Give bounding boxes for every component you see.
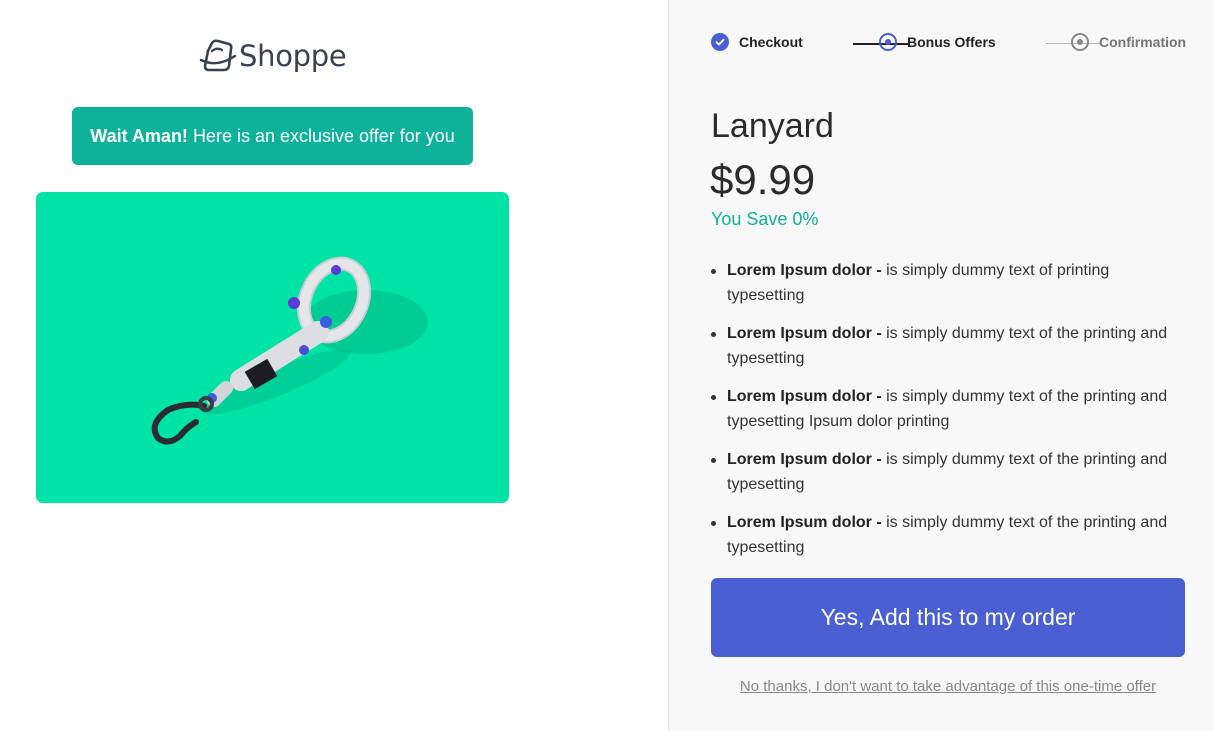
shopping-bag-icon	[199, 39, 237, 72]
list-item: Lorem Ipsum dolor - is simply dummy text…	[711, 258, 1191, 308]
step-checkout: Checkout	[711, 33, 803, 51]
step-label-checkout: Checkout	[739, 34, 803, 50]
checkout-steps: Checkout Bonus Offers Confirmation	[711, 33, 1191, 55]
step-label-bonus-offers: Bonus Offers	[907, 34, 996, 50]
feature-list: Lorem Ipsum dolor - is simply dummy text…	[711, 258, 1191, 573]
right-panel: Checkout Bonus Offers Confirmation Lanya…	[668, 0, 1214, 731]
brand-name: Shoppe	[239, 39, 347, 73]
list-item: Lorem Ipsum dolor - is simply dummy text…	[711, 321, 1191, 371]
feature-title: Lorem Ipsum dolor -	[727, 514, 882, 531]
offer-customer-name: Wait Aman!	[90, 125, 188, 146]
list-item: Lorem Ipsum dolor - is simply dummy text…	[711, 384, 1191, 434]
offer-banner: Wait Aman! Here is an exclusive offer fo…	[72, 107, 473, 165]
feature-title: Lorem Ipsum dolor -	[727, 388, 882, 405]
savings-text: You Save 0%	[711, 209, 819, 229]
lanyard-image	[151, 256, 428, 445]
list-item: Lorem Ipsum dolor - is simply dummy text…	[711, 510, 1191, 560]
upcoming-step-icon	[1071, 33, 1089, 51]
feature-title: Lorem Ipsum dolor -	[727, 325, 882, 342]
feature-title: Lorem Ipsum dolor -	[727, 262, 882, 279]
product-image	[36, 192, 509, 503]
decline-offer-link[interactable]: No thanks, I don't want to take advantag…	[711, 678, 1185, 695]
product-price: $9.99	[710, 156, 816, 203]
step-label-confirmation: Confirmation	[1099, 34, 1187, 50]
check-icon	[711, 33, 729, 51]
step-bonus-offers: Bonus Offers	[879, 33, 996, 51]
step-confirmation: Confirmation	[1071, 33, 1186, 51]
offer-message: Here is an exclusive offer for you	[192, 125, 455, 146]
left-panel: Shoppe Wait Aman! Here is an exclusive o…	[0, 0, 668, 731]
current-step-icon	[879, 33, 897, 51]
product-title: Lanyard	[711, 107, 834, 145]
list-item: Lorem Ipsum dolor - is simply dummy text…	[711, 447, 1191, 497]
brand-logo[interactable]: Shoppe	[199, 36, 347, 76]
add-to-order-button[interactable]: Yes, Add this to my order	[711, 578, 1185, 657]
feature-title: Lorem Ipsum dolor -	[727, 451, 882, 468]
